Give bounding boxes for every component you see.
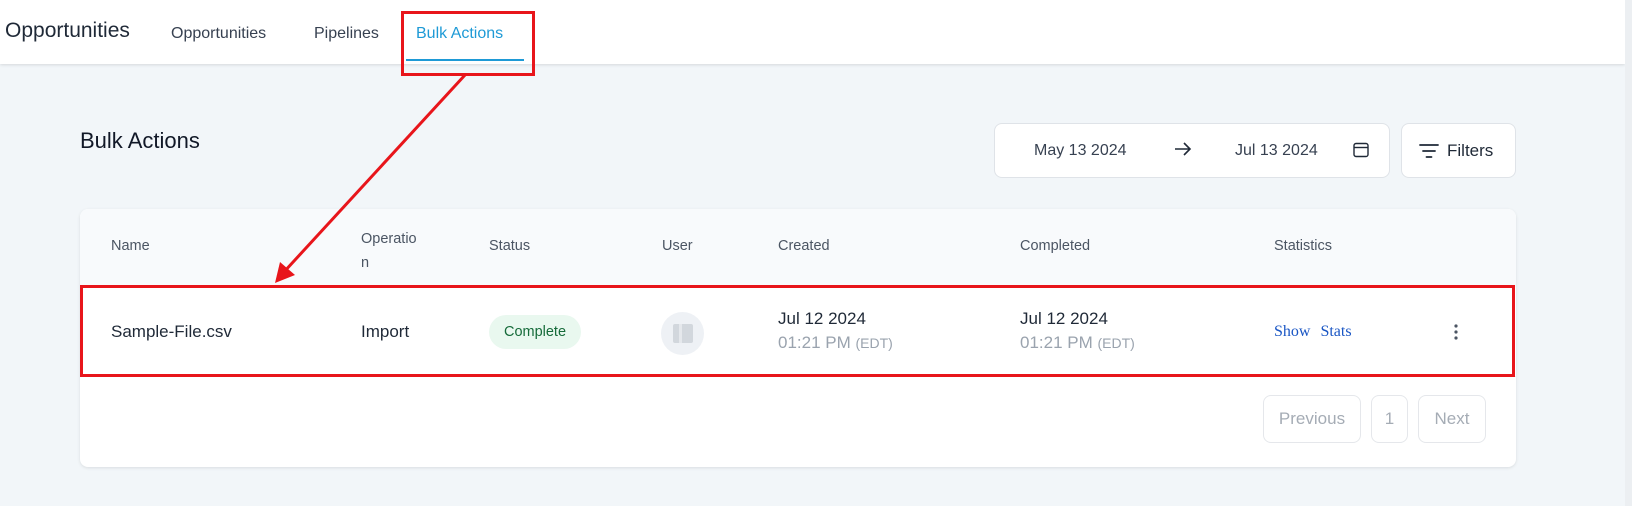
kebab-menu-icon[interactable] — [1452, 322, 1460, 347]
column-header-user: User — [662, 238, 693, 254]
previous-page-button[interactable]: Previous — [1263, 395, 1361, 443]
tab-bulk-actions[interactable]: Bulk Actions — [416, 25, 503, 43]
page-scrollbar[interactable] — [1625, 0, 1632, 506]
tab-opportunities[interactable]: Opportunities — [171, 25, 266, 43]
row-created-time: 01:21 PM (EDT) — [778, 333, 893, 352]
user-avatar-icon — [661, 312, 704, 355]
arrow-right-icon — [1174, 141, 1192, 162]
row-completed-date: Jul 12 2024 — [1020, 309, 1108, 328]
row-name: Sample-File.csv — [111, 322, 232, 341]
column-header-status: Status — [489, 238, 531, 254]
status-badge: Complete — [489, 315, 581, 349]
row-divider — [80, 376, 1516, 377]
filters-button[interactable]: Filters — [1401, 123, 1516, 178]
top-navigation-bar: Opportunities Opportunities Pipelines Bu… — [0, 0, 1625, 64]
date-range-picker[interactable]: May 13 2024 Jul 13 2024 — [994, 123, 1390, 178]
next-page-button[interactable]: Next — [1418, 395, 1486, 443]
table-header: Name Operatio n Status User Created Comp… — [80, 209, 1516, 287]
page-title: Bulk Actions — [80, 128, 200, 153]
bulk-actions-table: Name Operatio n Status User Created Comp… — [80, 209, 1516, 467]
filters-label: Filters — [1447, 141, 1494, 160]
page-1-button[interactable]: 1 — [1371, 395, 1408, 443]
row-created-date: Jul 12 2024 — [778, 309, 866, 328]
column-header-created: Created — [778, 238, 830, 254]
column-header-operation: Operatio n — [361, 231, 417, 271]
date-range-start[interactable]: May 13 2024 — [1034, 142, 1127, 160]
show-stats-link[interactable]: Show Stats — [1274, 323, 1352, 341]
row-operation: Import — [361, 322, 410, 341]
active-tab-indicator — [406, 59, 524, 61]
column-header-completed: Completed — [1020, 238, 1091, 254]
column-header-name: Name — [111, 238, 150, 254]
tab-pipelines[interactable]: Pipelines — [314, 25, 379, 43]
column-header-statistics: Statistics — [1274, 238, 1333, 254]
calendar-icon[interactable] — [1353, 142, 1369, 163]
date-range-end[interactable]: Jul 13 2024 — [1235, 142, 1318, 160]
row-completed-time: 01:21 PM (EDT) — [1020, 333, 1135, 352]
filter-lines-icon — [1419, 143, 1439, 164]
app-title: Opportunities — [5, 19, 130, 42]
